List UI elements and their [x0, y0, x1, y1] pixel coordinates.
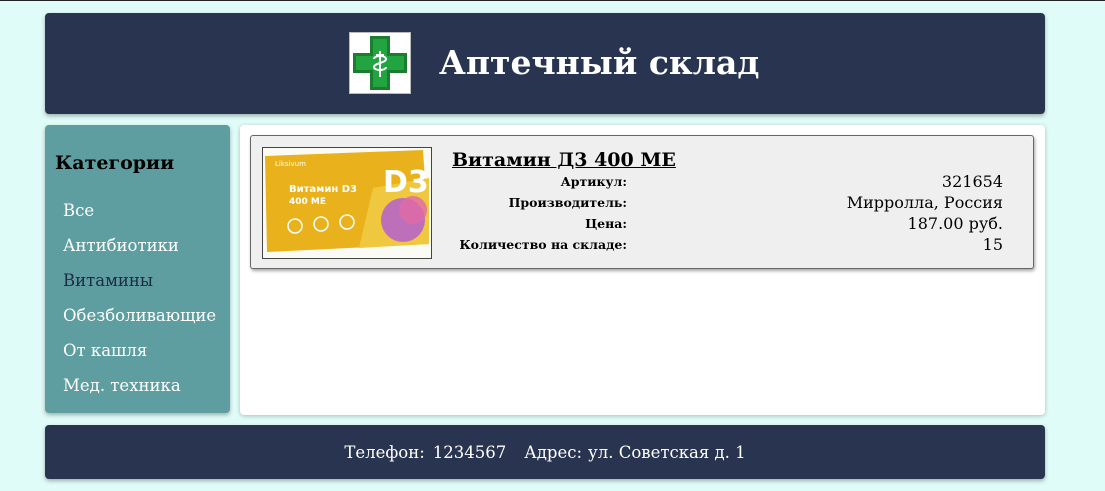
sidebar-heading: Категории	[55, 152, 175, 174]
address-label: Адрес:	[524, 442, 583, 462]
property-row: Производитель: Мирролла, Россия	[452, 193, 1003, 214]
property-row: Цена: 187.00 руб.	[452, 214, 1003, 235]
product-card: Liksivum Витамин D3 400 МЕ D3 Витамин Д3…	[250, 135, 1034, 269]
product-list: Liksivum Витамин D3 400 МЕ D3 Витамин Д3…	[240, 125, 1045, 415]
property-row: Артикул: 321654	[452, 172, 1003, 193]
property-value: 321654	[941, 172, 1003, 191]
sidebar-item-vitamins[interactable]: Витамины	[63, 271, 216, 306]
product-properties: Артикул: 321654 Производитель: Мирролла,…	[452, 172, 1003, 256]
svg-text:Витамин D3: Витамин D3	[289, 184, 357, 195]
property-value: 187.00 руб.	[907, 214, 1003, 233]
property-label: Цена:	[585, 216, 627, 231]
property-row: Количество на складе: 15	[452, 235, 1003, 256]
sidebar-item-all[interactable]: Все	[63, 201, 216, 236]
svg-text:400 МЕ: 400 МЕ	[289, 197, 326, 207]
property-value: 15	[982, 235, 1003, 254]
property-label: Количество на складе:	[459, 237, 627, 252]
product-image[interactable]: Liksivum Витамин D3 400 МЕ D3	[262, 147, 432, 259]
page-title: Аптечный склад	[439, 43, 760, 82]
sidebar-item-painkillers[interactable]: Обезболивающие	[63, 306, 216, 341]
site-header: Аптечный склад	[45, 13, 1045, 114]
phone-number: 1234567	[432, 442, 507, 462]
svg-text:D3: D3	[383, 165, 429, 200]
category-list: Все Антибиотики Витамины Обезболивающие …	[63, 201, 216, 411]
sidebar-item-cough[interactable]: От кашля	[63, 341, 216, 376]
sidebar-item-antibiotics[interactable]: Антибиотики	[63, 236, 216, 271]
address-text: ул. Советская д. 1	[588, 442, 746, 462]
sidebar-item-med-equipment[interactable]: Мед. техника	[63, 376, 216, 411]
site-footer: Телефон: 1234567 Адрес: ул. Советская д.…	[45, 425, 1045, 479]
property-label: Артикул:	[560, 174, 627, 189]
property-label: Производитель:	[508, 195, 627, 210]
svg-text:Liksivum: Liksivum	[275, 160, 306, 168]
product-name-link[interactable]: Витамин Д3 400 МЕ	[452, 148, 676, 172]
category-sidebar: Категории Все Антибиотики Витамины Обезб…	[45, 125, 230, 413]
property-value: Мирролла, Россия	[846, 193, 1003, 212]
pharmacy-cross-icon	[349, 32, 411, 94]
phone-label: Телефон:	[344, 442, 425, 462]
